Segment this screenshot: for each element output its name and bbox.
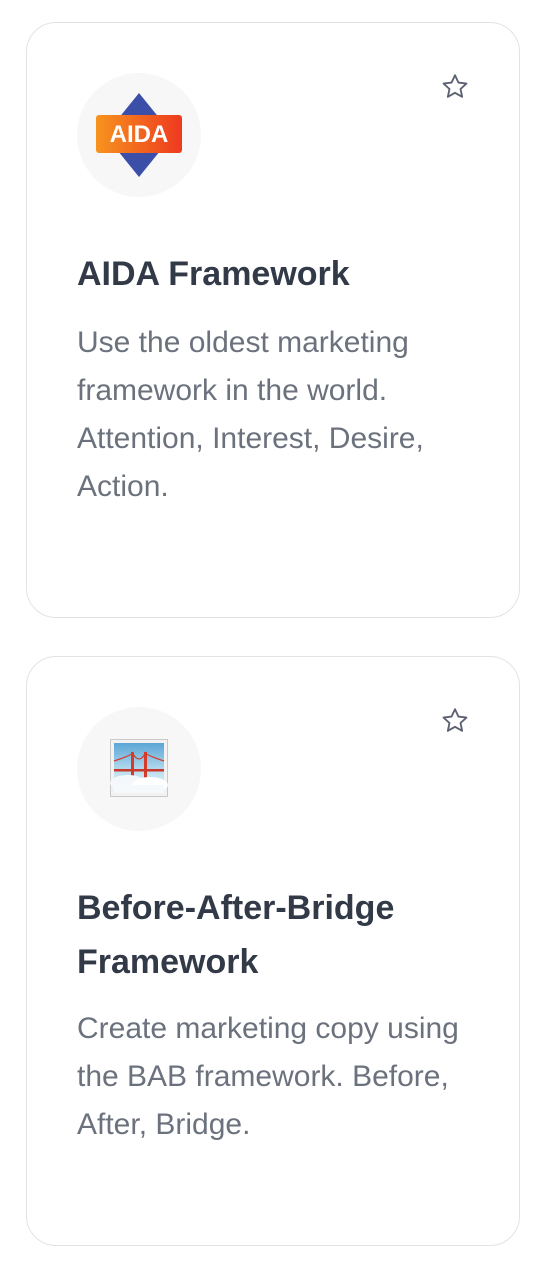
bridge-image-icon xyxy=(110,739,168,797)
aida-logo-icon: AIDA xyxy=(96,93,182,177)
star-outline-icon xyxy=(442,708,468,732)
template-description: Use the oldest marketing framework in th… xyxy=(77,326,424,503)
template-description: Create marketing copy using the BAB fram… xyxy=(77,1012,459,1141)
favorite-star-button[interactable] xyxy=(439,705,471,737)
aida-logo-text: AIDA xyxy=(110,121,169,148)
template-logo-container: AIDA xyxy=(77,73,201,197)
star-outline-icon xyxy=(442,74,468,98)
template-logo-container xyxy=(77,707,201,831)
template-list: AIDA AIDA Framework Use the oldest marke… xyxy=(0,0,540,1272)
template-card-aida[interactable]: AIDA AIDA Framework Use the oldest marke… xyxy=(26,22,520,618)
template-card-bab[interactable]: Before-After-Bridge Framework Create mar… xyxy=(26,656,520,1246)
template-title: AIDA Framework xyxy=(77,255,350,293)
template-title: Before-After-Bridge Framework xyxy=(77,889,395,981)
favorite-star-button[interactable] xyxy=(439,71,471,103)
